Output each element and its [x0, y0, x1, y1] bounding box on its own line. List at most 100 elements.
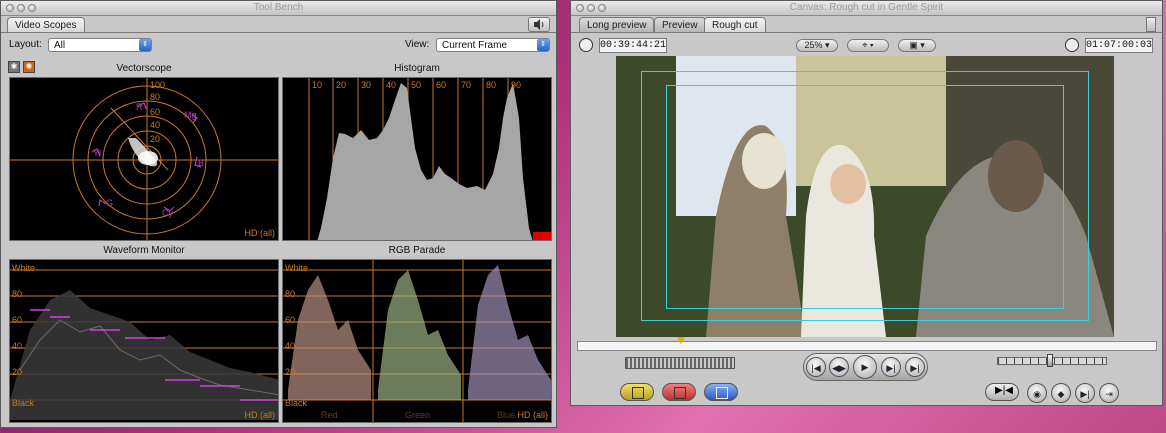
overlay-popup[interactable]: ▣ ▾	[898, 39, 936, 52]
add-marker-button[interactable]: ◆	[1051, 383, 1071, 403]
canvas-window: Canvas: Rough cut in Gentle Spirit Long …	[570, 0, 1163, 406]
export-icon: ⇥	[1105, 389, 1113, 399]
view-select[interactable]: Current Frame ⇕	[436, 38, 550, 52]
parade-level-40: 40	[285, 341, 296, 351]
vector-target-yellow: Yl	[93, 148, 102, 158]
parade-channel-red: Red	[321, 410, 338, 420]
title-safe-frame	[666, 85, 1064, 309]
play-around-icon: ▶|	[886, 363, 896, 373]
zoom-popup[interactable]: 25% ▾	[796, 39, 838, 52]
zoom-value: 25%	[804, 40, 823, 50]
waveform-level-black: Black	[12, 398, 35, 408]
tab-rough-cut[interactable]: Rough cut	[704, 17, 766, 32]
layout-select[interactable]: All ⇕	[48, 38, 152, 52]
window-scroll-button[interactable]	[1146, 17, 1156, 32]
current-timecode[interactable]: 01:07:00:03	[1085, 38, 1153, 53]
play-in-to-out-button[interactable]: ◀▶	[829, 357, 849, 377]
waveform-level-white: White	[12, 263, 36, 273]
canvas-title: Canvas: Rough cut in Gentle Spirit	[789, 2, 944, 13]
scrubber-bar[interactable]	[577, 341, 1157, 351]
parade-level-white: White	[285, 263, 309, 273]
layout-select-value: All	[54, 40, 66, 51]
waveform-format: HD (all)	[244, 410, 276, 420]
tool-bench-titlebar[interactable]: Tool Bench	[1, 1, 556, 16]
vector-ring-label-40: 40	[150, 120, 161, 130]
tab-long-preview[interactable]: Long preview	[579, 17, 655, 32]
waveform-plot	[10, 269, 278, 420]
mark-out-button[interactable]: ▶|	[1075, 383, 1095, 403]
mark-in-button[interactable]: ◉	[1027, 383, 1047, 403]
vectorscope-graticule	[10, 78, 278, 240]
parade-level-80: 80	[285, 289, 296, 299]
play-around-button[interactable]: ▶|	[881, 357, 901, 377]
histogram-tick-10: 10	[312, 80, 323, 90]
histogram-plot	[308, 78, 551, 240]
replace-button[interactable]	[704, 383, 738, 401]
waveform-level-80: 80	[12, 289, 23, 299]
vectorscope-panel: 100 80 60 40 20 R Mg B Cy G Yl HD (all)	[9, 77, 279, 241]
parade-level-20: 20	[285, 367, 296, 377]
canvas-titlebar[interactable]: Canvas: Rough cut in Gentle Spirit	[571, 1, 1162, 16]
canvas-viewer[interactable]	[616, 56, 1114, 337]
insert-button[interactable]	[620, 383, 654, 401]
histogram-tick-60: 60	[436, 80, 447, 90]
vectorscope-format: HD (all)	[244, 228, 276, 238]
playhead-marker[interactable]	[677, 337, 685, 344]
vectorscope-title: Vectorscope	[116, 63, 172, 74]
rgb-parade-plot	[283, 260, 551, 422]
mark-in-icon: ◉	[1033, 389, 1041, 399]
jog-knob[interactable]	[1047, 354, 1053, 367]
view-label: View:	[405, 39, 430, 50]
waveform-level-20: 20	[12, 367, 23, 377]
audio-speaker-button[interactable]	[528, 17, 550, 32]
vector-target-blue: B	[198, 158, 205, 168]
rgb-parade-panel: White 80 60 40 20 Black Red Green Blue H…	[282, 259, 552, 423]
insert-icon	[632, 387, 644, 399]
tab-preview[interactable]: Preview	[654, 17, 706, 32]
vector-target-green: G	[106, 198, 114, 208]
updown-arrows-icon: ⇕	[537, 39, 549, 51]
go-to-previous-edit-button[interactable]: |◀	[806, 357, 826, 377]
view-select-value: Current Frame	[442, 40, 508, 51]
histogram-tick-70: 70	[461, 80, 472, 90]
next-edit-icon: ▶|	[910, 363, 920, 373]
histogram-tick-30: 30	[361, 80, 372, 90]
tab-video-scopes[interactable]: Video Scopes	[7, 17, 85, 32]
parade-channel-green: Green	[405, 410, 431, 420]
vector-target-magenta: Mg	[184, 110, 197, 120]
overwrite-button[interactable]	[662, 383, 696, 401]
match-frame-button[interactable]: ▶|◀	[985, 383, 1019, 401]
tool-bench-window: Tool Bench Video Scopes Layout: All ⇕ Vi…	[0, 0, 557, 428]
histogram-tick-90: 90	[511, 80, 522, 90]
updown-arrows-icon: ⇕	[139, 39, 151, 51]
parade-level-60: 60	[285, 315, 296, 325]
play-button[interactable]: ▶	[853, 355, 877, 379]
previous-edit-icon: |◀	[811, 363, 821, 373]
waveform-panel: White 80 60 40 20 Black HD (all)	[9, 259, 279, 423]
duration-timecode[interactable]: 00:39:44:21	[599, 38, 667, 53]
parade-level-black: Black	[285, 398, 308, 408]
shuttle-control[interactable]	[625, 357, 735, 369]
replace-icon	[716, 387, 728, 399]
go-to-next-edit-button[interactable]: ▶|	[905, 357, 925, 377]
match-frame-icon: ▶|◀	[995, 385, 1013, 396]
speaker-icon	[534, 19, 544, 30]
vector-ring-label-100: 100	[150, 80, 166, 90]
vector-ring-label-20: 20	[150, 134, 161, 144]
vector-target-red: R	[136, 102, 143, 112]
waveform-title: Waveform Monitor	[103, 245, 185, 256]
export-button[interactable]: ⇥	[1099, 383, 1119, 403]
waveform-level-60: 60	[12, 315, 23, 325]
waveform-level-40: 40	[12, 341, 23, 351]
histogram-title: Histogram	[394, 63, 440, 74]
view-popup[interactable]: ⌖ ▾	[847, 39, 889, 52]
duration-clock-icon	[579, 38, 593, 52]
play-in-out-icon: ◀▶	[832, 363, 846, 373]
histogram-tick-20: 20	[336, 80, 347, 90]
parade-channel-blue: Blue	[497, 410, 516, 420]
histogram-tick-40: 40	[386, 80, 397, 90]
frame-icon: ▣	[909, 40, 918, 50]
vector-ring-label-80: 80	[150, 92, 161, 102]
vector-target-cyan: Cy	[162, 208, 173, 218]
tool-bench-title: Tool Bench	[253, 2, 304, 13]
